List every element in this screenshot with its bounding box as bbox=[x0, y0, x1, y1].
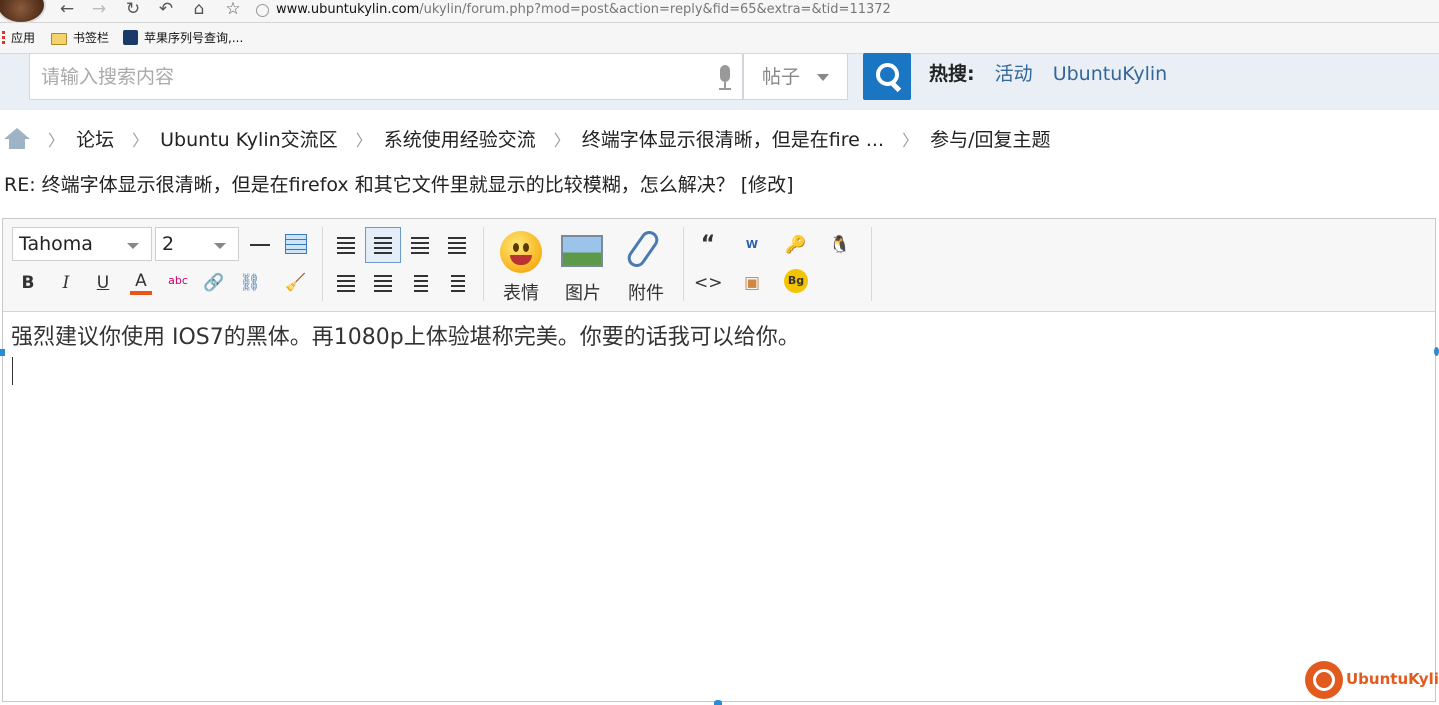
unordered-list-button[interactable] bbox=[443, 269, 471, 297]
back-icon[interactable]: ← bbox=[56, 0, 78, 20]
chevron-down-icon bbox=[214, 243, 226, 249]
hide-content-button[interactable]: 🔑 bbox=[782, 231, 810, 259]
profile-avatar[interactable] bbox=[0, 0, 46, 24]
browser-toolbar: ← → ↻ ↶ ⌂ ☆ www.ubuntukylin.com/ukylin/f… bbox=[0, 0, 1439, 24]
unlink-button[interactable]: ⛓ bbox=[236, 269, 264, 297]
attachment-button[interactable]: 附件 bbox=[618, 227, 674, 305]
bookmark-apple-serial[interactable]: 苹果序列号查询,... bbox=[123, 30, 243, 46]
undo-icon[interactable]: ↶ bbox=[155, 0, 177, 20]
horizontal-rule-button[interactable] bbox=[246, 231, 274, 259]
emoji-button[interactable]: 表情 bbox=[493, 227, 549, 305]
breadcrumb-current: 参与/回复主题 bbox=[930, 129, 1051, 151]
float-left-button[interactable] bbox=[332, 269, 360, 297]
breadcrumb: 〉论坛 〉 Ubuntu Kylin交流区 〉系统使用经验交流 〉终端字体显示很清… bbox=[4, 125, 1050, 155]
clear-format-button[interactable]: 🧹 bbox=[282, 269, 310, 297]
globe-icon bbox=[256, 4, 269, 17]
forward-icon[interactable]: → bbox=[88, 0, 110, 20]
search-button[interactable] bbox=[863, 53, 911, 100]
search-type-label: 帖子 bbox=[762, 66, 801, 88]
underline-button[interactable]: U bbox=[89, 269, 117, 297]
align-left-button[interactable] bbox=[365, 227, 401, 263]
smiley-icon bbox=[500, 231, 542, 273]
reply-subject: RE: 终端字体显示很清晰，但是在firefox 和其它文件里就显示的比较模糊，… bbox=[4, 170, 794, 200]
apps-icon bbox=[2, 31, 5, 45]
image-button[interactable]: 图片 bbox=[555, 227, 611, 305]
resize-handle-left[interactable] bbox=[0, 349, 5, 356]
insert-media-button[interactable]: ▣ bbox=[738, 269, 766, 297]
chevron-down-icon bbox=[817, 74, 829, 81]
qq-button[interactable]: 🐧 bbox=[826, 231, 854, 259]
paperclip-icon bbox=[624, 227, 662, 271]
breadcrumb-thread[interactable]: 终端字体显示很清晰，但是在fire ... bbox=[582, 129, 884, 151]
quote-button[interactable]: “ bbox=[694, 231, 722, 259]
editor-content[interactable]: 强烈建议你使用 IOS7的黑体。再1080p上体验堪称完美。你要的话我可以给你。 bbox=[11, 323, 800, 353]
search-input[interactable]: 请输入搜索内容 bbox=[29, 53, 743, 100]
spellcheck-button[interactable]: abc bbox=[164, 267, 192, 295]
chevron-down-icon bbox=[127, 243, 139, 249]
resize-handle-bottom[interactable] bbox=[714, 700, 722, 705]
breadcrumb-experience[interactable]: 系统使用经验交流 bbox=[384, 129, 536, 151]
text-cursor bbox=[12, 357, 13, 385]
font-size-select[interactable]: 2 bbox=[155, 227, 239, 261]
apple-icon bbox=[123, 30, 138, 45]
editor-toolbar: Tahoma 2 B I U A abc 🔗 ⛓ 🧹 表情 图片 附件 “ W … bbox=[3, 219, 1435, 312]
home-icon[interactable] bbox=[4, 128, 30, 150]
folder-icon bbox=[51, 33, 67, 45]
hot-link-ubuntukylin[interactable]: UbuntuKylin bbox=[1053, 63, 1167, 85]
breadcrumb-forum[interactable]: 论坛 bbox=[76, 129, 114, 151]
ubuntu-logo-icon bbox=[1305, 661, 1343, 699]
font-family-select[interactable]: Tahoma bbox=[12, 227, 152, 261]
paste-word-button[interactable]: W bbox=[738, 231, 766, 259]
bold-button[interactable]: B bbox=[14, 269, 42, 297]
rich-text-editor: Tahoma 2 B I U A abc 🔗 ⛓ 🧹 表情 图片 附件 “ W … bbox=[2, 218, 1436, 702]
ordered-list-button[interactable] bbox=[406, 269, 434, 297]
edit-subject-link[interactable]: [修改] bbox=[741, 174, 794, 196]
font-color-button[interactable]: A bbox=[127, 267, 155, 295]
bookmark-folder[interactable]: 书签栏 bbox=[51, 30, 109, 46]
code-button[interactable]: <> bbox=[694, 269, 723, 297]
link-button[interactable]: 🔗 bbox=[200, 269, 228, 297]
subject-text: RE: 终端字体显示很清晰，但是在firefox 和其它文件里就显示的比较模糊，… bbox=[4, 174, 735, 196]
align-center-button[interactable] bbox=[406, 231, 434, 259]
breadcrumb-kylin-area[interactable]: Ubuntu Kylin交流区 bbox=[160, 129, 338, 151]
background-music-button[interactable]: Bg bbox=[782, 267, 810, 295]
reload-icon[interactable]: ↻ bbox=[122, 0, 144, 20]
microphone-icon[interactable] bbox=[717, 65, 733, 93]
resize-handle-right[interactable] bbox=[1434, 347, 1439, 356]
align-right-button[interactable] bbox=[443, 231, 471, 259]
italic-button[interactable]: I bbox=[52, 269, 80, 297]
image-icon bbox=[561, 235, 603, 267]
url-host: www.ubuntukylin.com bbox=[276, 2, 420, 17]
hot-search-label: 热搜: bbox=[929, 63, 975, 85]
star-icon[interactable]: ☆ bbox=[222, 0, 244, 20]
bookmarks-bar: 应用 书签栏 苹果序列号查询,... bbox=[0, 23, 1439, 54]
home-icon[interactable]: ⌂ bbox=[188, 0, 210, 20]
search-type-select[interactable]: 帖子 bbox=[743, 53, 848, 100]
url-path: /ukylin/forum.php?mod=post&action=reply&… bbox=[419, 2, 891, 17]
address-bar[interactable]: www.ubuntukylin.com/ukylin/forum.php?mod… bbox=[250, 0, 1439, 20]
table-button[interactable] bbox=[282, 231, 310, 259]
bookmark-apps[interactable]: 应用 bbox=[2, 30, 35, 46]
hot-link-activity[interactable]: 活动 bbox=[995, 63, 1033, 85]
hot-search: 热搜: 活动 UbuntuKylin bbox=[929, 61, 1167, 87]
float-right-button[interactable] bbox=[369, 269, 397, 297]
align-justify-button[interactable] bbox=[332, 231, 360, 259]
